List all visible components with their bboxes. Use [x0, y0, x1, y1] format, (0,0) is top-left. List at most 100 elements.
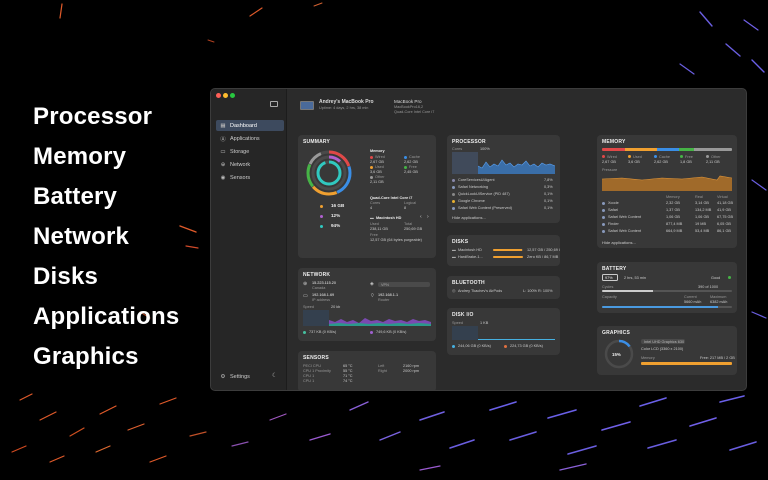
current-capacity: 5660 mAh [684, 300, 702, 304]
cpu-percent: 12% [331, 213, 341, 218]
legend-value: 2,67 GB [370, 160, 384, 164]
public-ip-label: Canada [312, 286, 326, 290]
disk-name: Macintosh HD [458, 248, 482, 252]
sensor-value: 71 °C [343, 374, 353, 378]
app-memory: 877,4 MB [666, 222, 683, 226]
hide-applications-link[interactable]: Hide applications... [452, 215, 486, 220]
cycles-label: Cycles [602, 285, 614, 289]
memory-heading: Memory [370, 149, 385, 153]
upload-dot [303, 331, 306, 334]
sensor-icon: ◉ [220, 174, 226, 181]
maximum-capacity: 6382 mAh [710, 300, 728, 304]
current-label: Current [684, 295, 697, 299]
disk-percent: 94% [331, 223, 341, 228]
gpu-memory-label: Memory [641, 356, 655, 360]
cores-value: 4 [370, 206, 373, 210]
app-icon [602, 229, 605, 233]
zoom-button[interactable] [230, 93, 235, 98]
legend-value: 2,62 GB [404, 160, 418, 164]
card-title: DISK I/O [452, 312, 474, 318]
ram-total: 16 GB [331, 203, 345, 208]
graphics-card: GRAPHICS 15% Intel UHD Graphics 630 Colo… [597, 326, 737, 375]
logical-value: 8 [404, 206, 407, 210]
close-button[interactable] [216, 93, 221, 98]
process-cpu: 0,1% [544, 206, 553, 210]
memory-bar-segment [694, 148, 732, 151]
legend-label: Cache [659, 154, 670, 159]
legend-dot [706, 155, 709, 158]
sidebar-item-network[interactable]: ⊕ Network [216, 159, 284, 170]
sidebar-item-label: Sensors [230, 174, 251, 181]
legend-value: 3,6 GB [628, 160, 640, 164]
sidebar-item-applications[interactable]: Ⓐ Applications [216, 133, 284, 144]
process-cpu: 7,8% [544, 178, 553, 182]
battery-card: BATTERY 97% 2 hrs, 53 min Good Cycles 39… [597, 262, 737, 313]
process-name: Safari Networking [458, 185, 488, 189]
app-real: 134,2 MB [695, 208, 712, 212]
app-virtual: 41,9 GB [717, 208, 731, 212]
sidebar-item-label: Dashboard [230, 122, 257, 129]
laptop-icon: ▭ [303, 293, 308, 299]
app-virtual: 41,18 GB [717, 201, 734, 205]
gear-icon: ⚙ [220, 373, 226, 380]
card-title: MEMORY [602, 139, 626, 145]
disk-usage-fill [493, 256, 523, 259]
process-cpu: 0,1% [544, 199, 553, 203]
disk-io-scale: 1 KB [480, 321, 489, 325]
sidebar-item-dashboard[interactable]: ▦ Dashboard [216, 120, 284, 131]
cpu-name: Quad-Core Intel Core i7 [370, 196, 413, 200]
memory-usage-bar [602, 148, 732, 151]
minimize-button[interactable] [223, 93, 228, 98]
logical-label: Logical [404, 201, 417, 205]
app-window: ▦ Dashboard Ⓐ Applications ▭ Storage ⊕ N… [210, 88, 747, 391]
sidebar-item-sensors[interactable]: ◉ Sensors [216, 172, 284, 183]
router-label: Router [378, 298, 390, 302]
chevron-left-icon[interactable]: ‹ [420, 214, 422, 221]
disk-dot [320, 225, 323, 228]
legend-dot [628, 155, 631, 158]
app-icon [452, 206, 455, 210]
sensor-value: 65 °C [343, 364, 353, 368]
legend-value: 2,45 GB [404, 170, 418, 174]
ram-dot [320, 205, 323, 208]
gpu-memory-free: Free: 217 MB / 2 GB [700, 356, 735, 360]
feature-label: Graphics [33, 343, 139, 370]
dark-mode-icon[interactable]: ☾ [272, 372, 277, 379]
col-memory: Memory [666, 195, 680, 199]
disk-name: Macintosh HD [376, 216, 402, 220]
legend-label: Used [633, 154, 642, 159]
download-value: 749,6 KB (0 KB/s) [376, 330, 407, 334]
app-real: 1,06 GB [695, 215, 709, 219]
speed-scale: 20 kb [331, 305, 341, 309]
disk-ring [316, 160, 342, 186]
legend-dot [404, 165, 407, 169]
cpu-scale-label: 100% [480, 147, 490, 151]
disk-space: Zero KB / 86,7 MB [527, 255, 559, 259]
legend-dot [370, 175, 373, 179]
feature-label: Applications [33, 303, 180, 330]
col-real: Real [695, 195, 703, 199]
sensor-name: PECI CPU [303, 364, 321, 368]
read-dot [452, 345, 455, 348]
download-dot [370, 331, 373, 334]
battery-icon: 97% [602, 274, 618, 281]
hide-applications-link[interactable]: Hide applications... [602, 240, 636, 245]
read-value: 244,06 GB (0 KB/s) [458, 344, 491, 348]
gpu-name: Intel UHD Graphics 630 [644, 339, 685, 344]
chevron-right-icon[interactable]: › [427, 214, 429, 221]
sidebar-toggle-icon[interactable] [270, 101, 278, 107]
feature-label: Battery [33, 183, 118, 210]
disk-icon: ▬ [370, 216, 374, 220]
app-icon [452, 185, 455, 189]
card-title: GRAPHICS [602, 330, 630, 336]
legend-label: Free [409, 165, 417, 169]
sidebar-item-storage[interactable]: ▭ Storage [216, 146, 284, 157]
card-title: BLUETOOTH [452, 280, 485, 286]
sensor-value: 55 °C [343, 369, 353, 373]
public-ip: 15.223.115.20 [312, 281, 336, 285]
router-ip: 192.168.1.1 [378, 293, 399, 297]
process-name: Google Chrome [458, 199, 485, 203]
memory-pressure-graph [602, 175, 732, 191]
memory-bar-segment [656, 148, 679, 151]
legend-value: 2,11 GB [370, 180, 384, 184]
